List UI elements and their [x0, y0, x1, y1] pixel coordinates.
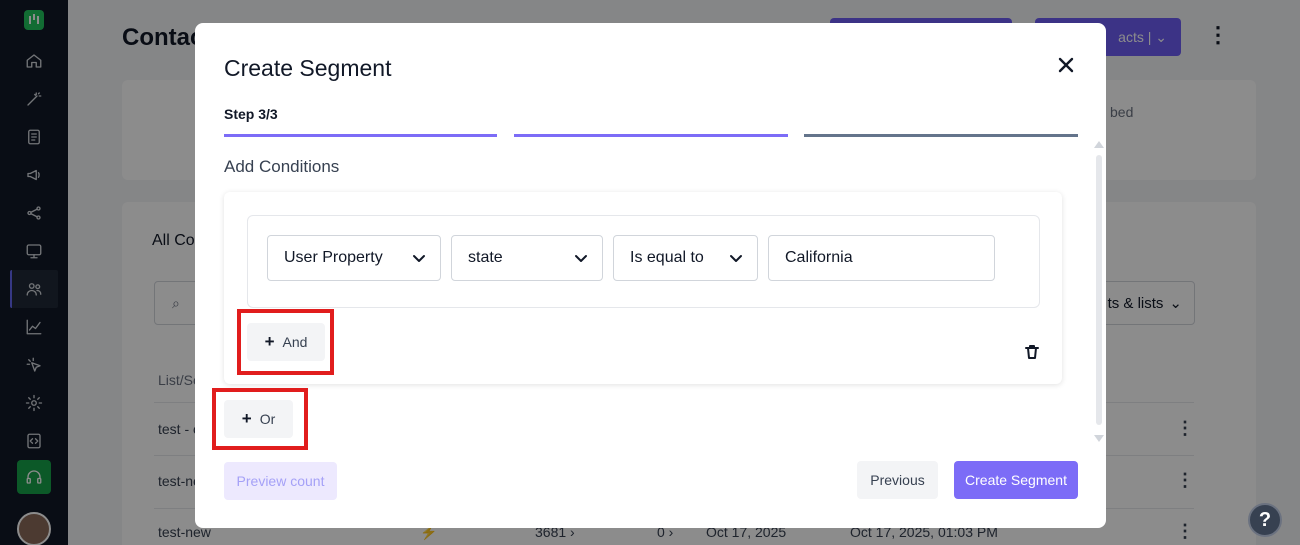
- create-segment-modal: Create Segment Step 3/3 Add Conditions U…: [195, 23, 1106, 528]
- property-type-select[interactable]: User Property: [267, 235, 441, 281]
- chevron-down-icon: [730, 255, 742, 262]
- scroll-down-icon[interactable]: [1094, 435, 1104, 442]
- previous-button[interactable]: Previous: [857, 461, 938, 499]
- operator-select[interactable]: Is equal to: [613, 235, 758, 281]
- section-title: Add Conditions: [224, 157, 340, 176]
- step-1-progress: [224, 134, 497, 137]
- scrollbar[interactable]: [1094, 141, 1104, 446]
- trash-icon[interactable]: [1024, 344, 1040, 360]
- scroll-thumb[interactable]: [1096, 155, 1102, 425]
- chevron-down-icon: [413, 255, 425, 262]
- close-icon[interactable]: [1056, 55, 1076, 75]
- chevron-down-icon: [575, 255, 587, 262]
- property-select[interactable]: state: [451, 235, 603, 281]
- help-button[interactable]: ?: [1248, 503, 1282, 537]
- condition-row: User Property state Is equal to Californ…: [247, 215, 1040, 308]
- condition-group: User Property state Is equal to Californ…: [224, 192, 1062, 384]
- create-segment-button[interactable]: Create Segment: [954, 461, 1078, 499]
- step-2-progress: [514, 134, 788, 137]
- step-3-progress: [804, 134, 1078, 137]
- highlight-box: [212, 388, 308, 450]
- preview-count-button[interactable]: Preview count: [224, 462, 337, 500]
- step-indicator: Step 3/3: [224, 106, 278, 122]
- modal-title: Create Segment: [224, 55, 392, 81]
- highlight-box: [237, 309, 334, 375]
- value-input[interactable]: California: [768, 235, 995, 281]
- scroll-up-icon[interactable]: [1094, 141, 1104, 148]
